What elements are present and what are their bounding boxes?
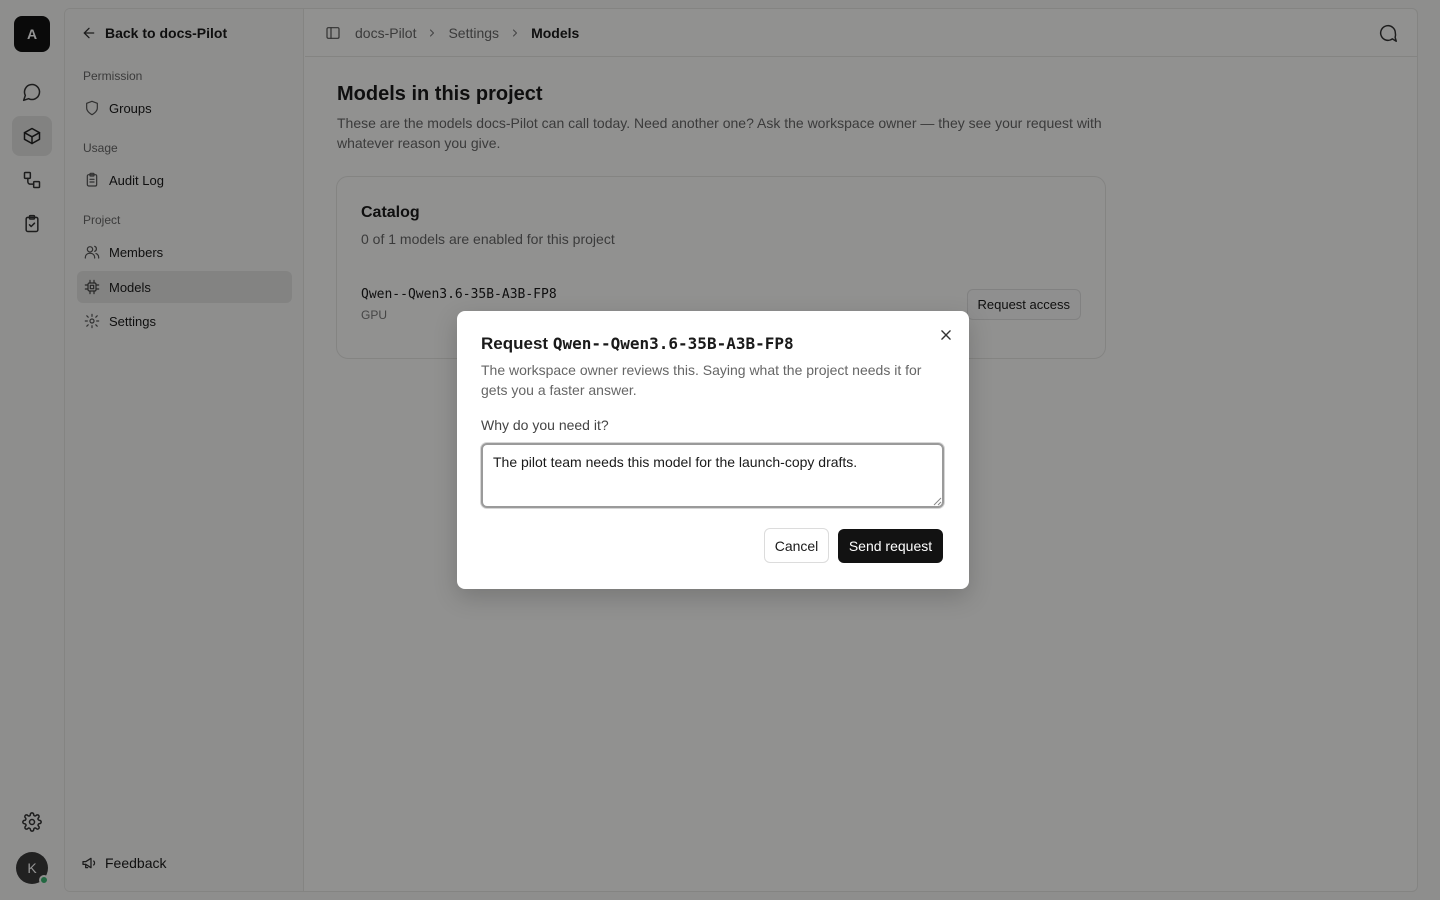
dialog-title: Request Qwen--Qwen3.6-35B-A3B-FP8 [481,334,794,354]
dialog-description: The workspace owner reviews this. Saying… [481,362,922,398]
close-icon[interactable] [939,328,953,342]
request-model-dialog: Request Qwen--Qwen3.6-35B-A3B-FP8 The wo… [457,311,969,589]
dialog-title-prefix: Request [481,334,549,353]
reason-field-label: Why do you need it? [481,417,609,433]
reason-textarea[interactable]: The pilot team needs this model for the … [481,443,944,508]
app-root: A K Back to docs-Pilot Permission Groups… [0,0,1440,900]
send-request-button[interactable]: Send request [838,529,943,563]
cancel-button[interactable]: Cancel [764,528,829,563]
dialog-title-model: Qwen--Qwen3.6-35B-A3B-FP8 [552,334,794,353]
